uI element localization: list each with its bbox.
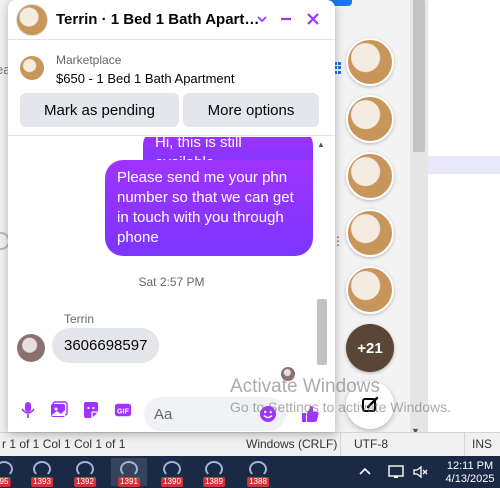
taskbar-badge: 1392 [74, 477, 96, 487]
svg-text:GIF: GIF [117, 407, 130, 416]
message-timestamp: Sat 2:57 PM [138, 275, 205, 289]
app-icon [249, 461, 267, 477]
chat-header[interactable]: Terrin · 1 Bed 1 Bath Apart… [8, 0, 335, 40]
sender-name: Terrin [64, 312, 95, 326]
contact-avatar[interactable] [16, 4, 48, 36]
sticker-icon[interactable] [82, 401, 100, 419]
thumbs-up-icon[interactable] [299, 403, 321, 425]
app-icon [163, 461, 181, 477]
more-chats-button[interactable]: +21 [346, 324, 394, 372]
taskbar-badge: 95 [0, 477, 11, 487]
outgoing-message[interactable]: Please send me your phn number so that w… [105, 160, 313, 256]
read-receipt-avatar [281, 367, 295, 381]
minimize-icon[interactable] [275, 8, 297, 30]
background-selected-row [428, 156, 500, 174]
status-insert-mode: INS [472, 437, 493, 451]
taskbar-app[interactable]: 1393 [24, 458, 60, 487]
microphone-icon[interactable] [19, 401, 37, 419]
chat-head-avatar[interactable] [346, 38, 394, 86]
app-icon [205, 461, 223, 477]
listing-category: Marketplace [56, 53, 122, 67]
taskbar-badge: 1389 [203, 477, 225, 487]
sender-avatar[interactable] [17, 334, 45, 362]
taskbar-app[interactable]: 95 [0, 458, 22, 487]
clock-time: 12:11 PM [446, 460, 494, 472]
taskbar-badge: 1393 [31, 477, 53, 487]
more-options-button[interactable]: More options [183, 93, 319, 127]
taskbar: 95 1393 1392 1391 1390 1389 1388 12:11 P… [0, 456, 500, 488]
app-icon [0, 461, 13, 477]
background-scrollbar-thumb[interactable] [413, 0, 425, 152]
system-clock[interactable]: 12:11 PM 4/13/2025 [440, 460, 500, 486]
listing-thumbnail[interactable] [20, 56, 44, 80]
chat-window: Terrin · 1 Bed 1 Bath Apart… Marketplace… [8, 0, 335, 432]
chat-head-avatar[interactable] [346, 152, 394, 200]
mark-as-pending-button[interactable]: Mark as pending [20, 93, 179, 127]
chat-head-avatar[interactable] [346, 209, 394, 257]
photo-icon[interactable] [50, 401, 68, 419]
taskbar-app-active[interactable]: 1391 [111, 458, 147, 487]
incoming-message[interactable]: 3606698597 [52, 328, 160, 363]
taskbar-app[interactable]: 1389 [196, 458, 232, 487]
network-icon[interactable] [388, 456, 406, 488]
app-icon [76, 461, 94, 477]
emoji-icon[interactable] [259, 405, 277, 423]
status-position: r 1 of 1 Col 1 Col 1 of 1 [2, 437, 126, 451]
chat-title[interactable]: Terrin · 1 Bed 1 Bath Apart… [56, 11, 259, 28]
chat-heads-list [346, 38, 394, 323]
chevron-down-icon[interactable] [251, 8, 273, 30]
app-icon [33, 461, 51, 477]
background-right-panel [428, 0, 500, 432]
message-scrollbar[interactable]: ▲ [314, 137, 328, 373]
gif-icon[interactable]: GIF [114, 401, 132, 419]
taskbar-app[interactable]: 1392 [67, 458, 103, 487]
message-composer: GIF [8, 385, 335, 432]
status-bar: r 1 of 1 Col 1 Col 1 of 1 Windows (CRLF)… [0, 432, 500, 457]
clock-date: 4/13/2025 [445, 473, 495, 485]
new-message-button[interactable] [346, 381, 394, 429]
chevron-up-icon[interactable] [358, 456, 372, 488]
listing-title[interactable]: $650 - 1 Bed 1 Bath Apartment [56, 71, 235, 86]
scroll-up-arrow-icon[interactable]: ▲ [317, 140, 325, 149]
taskbar-app[interactable]: 1388 [240, 458, 276, 487]
marketplace-listing: Marketplace $650 - 1 Bed 1 Bath Apartmen… [8, 40, 335, 136]
chat-head-avatar[interactable] [346, 95, 394, 143]
status-line-ending: Windows (CRLF) [246, 437, 338, 451]
more-chats-count: +21 [357, 339, 383, 357]
taskbar-badge: 1390 [161, 477, 183, 487]
chat-head-avatar[interactable] [346, 266, 394, 314]
taskbar-badge: 1391 [118, 477, 140, 487]
message-thread[interactable]: Hi, this is still available Please send … [8, 137, 335, 385]
app-icon [120, 461, 138, 477]
message-scrollbar-thumb[interactable] [317, 299, 327, 365]
compose-icon [362, 396, 379, 412]
taskbar-badge: 1388 [247, 477, 269, 487]
status-encoding: UTF-8 [354, 437, 388, 451]
close-icon[interactable] [302, 8, 324, 30]
taskbar-app[interactable]: 1390 [154, 458, 190, 487]
speaker-muted-icon[interactable] [412, 456, 430, 488]
